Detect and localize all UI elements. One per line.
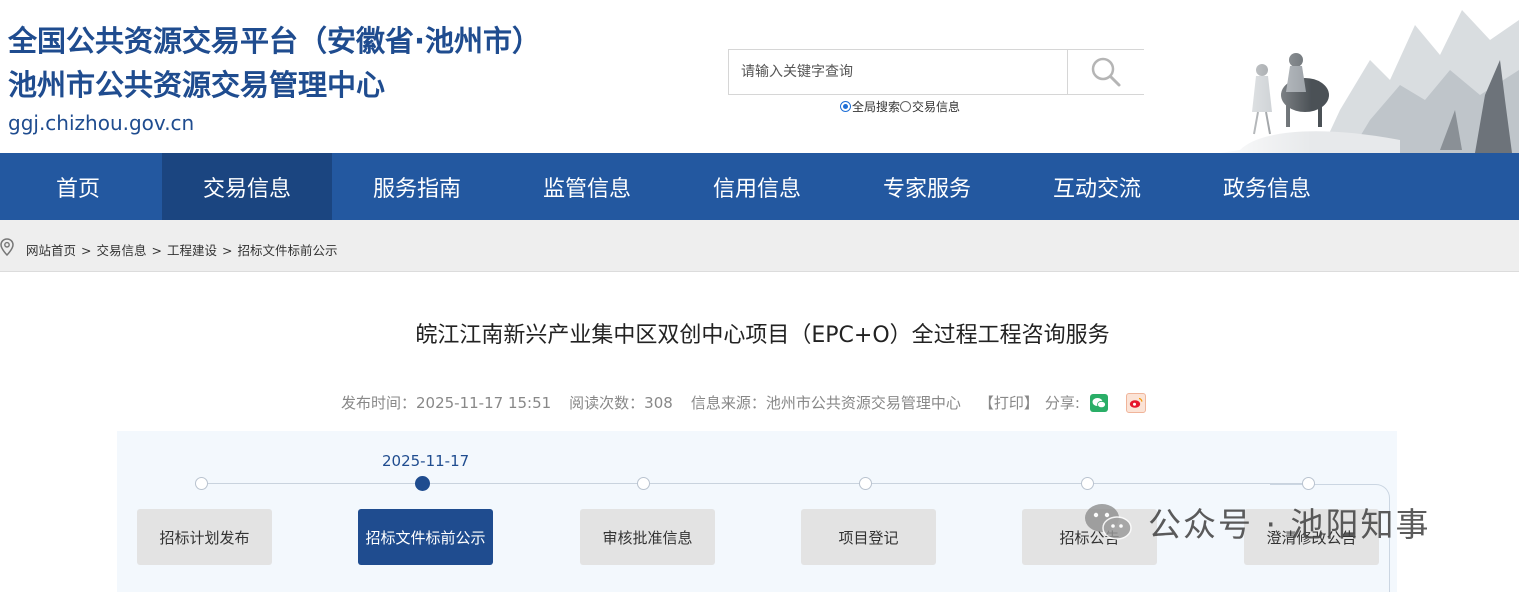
active-step-date: 2025-11-17 bbox=[382, 452, 470, 470]
search-scope: 全局搜索 交易信息 bbox=[840, 98, 960, 115]
info-source: 信息来源：池州市公共资源交易管理中心 bbox=[690, 394, 961, 412]
watermark: 公众号 · 池阳知事 bbox=[1082, 498, 1430, 546]
step-dot-3 bbox=[637, 477, 650, 490]
publish-time: 发布时间：2025-11-17 15:51 bbox=[341, 394, 552, 412]
nav-item-home[interactable]: 首页 bbox=[0, 153, 163, 220]
magnifier-icon bbox=[1091, 57, 1121, 87]
nav-item-supervision[interactable]: 监管信息 bbox=[502, 153, 672, 220]
step-plan-release[interactable]: 招标计划发布 bbox=[137, 509, 272, 565]
scope-label-global: 全局搜索 bbox=[852, 100, 901, 114]
wechat-icon[interactable] bbox=[1089, 393, 1108, 412]
breadcrumb-separator: > bbox=[151, 243, 162, 258]
step-dot-6 bbox=[1302, 477, 1315, 490]
nav-item-government[interactable]: 政务信息 bbox=[1182, 153, 1352, 220]
nav-item-credit[interactable]: 信用信息 bbox=[672, 153, 842, 220]
platform-title: 全国公共资源交易平台（安徽省·池州市） bbox=[8, 24, 542, 58]
breadcrumb-separator: > bbox=[81, 243, 92, 258]
step-doc-publicity[interactable]: 招标文件标前公示 bbox=[358, 509, 493, 565]
search-button[interactable] bbox=[1067, 50, 1144, 94]
nav-item-interaction[interactable]: 互动交流 bbox=[1012, 153, 1182, 220]
step-dot-2-active bbox=[415, 476, 430, 491]
watermark-text: 公众号 · 池阳知事 bbox=[1148, 505, 1431, 544]
step-approval-info[interactable]: 审核批准信息 bbox=[580, 509, 715, 565]
print-link[interactable]: 【打印】 bbox=[979, 392, 1039, 413]
step-dot-5 bbox=[1081, 477, 1094, 490]
breadcrumb-construction[interactable]: 工程建设 bbox=[167, 243, 217, 258]
step-dot-1 bbox=[195, 477, 208, 490]
nav-item-trade-info[interactable]: 交易信息 bbox=[162, 153, 332, 220]
location-pin-icon bbox=[0, 238, 14, 256]
breadcrumb-current[interactable]: 招标文件标前公示 bbox=[238, 243, 338, 258]
scope-radio-trade[interactable] bbox=[900, 101, 912, 112]
wechat-watermark-icon bbox=[1085, 504, 1132, 540]
center-title: 池州市公共资源交易管理中心 bbox=[8, 68, 386, 102]
process-track bbox=[201, 483, 1309, 484]
site-domain: ggj.chizhou.gov.cn bbox=[8, 111, 195, 135]
ink-landscape-illustration bbox=[1200, 0, 1519, 153]
breadcrumb-home[interactable]: 网站首页 bbox=[26, 243, 76, 258]
main-nav: 首页 交易信息 服务指南 监管信息 信用信息 专家服务 互动交流 政务信息 bbox=[0, 153, 1519, 220]
read-count: 阅读次数：308 bbox=[569, 394, 673, 412]
breadcrumb: 网站首页 > 交易信息 > 工程建设 > 招标文件标前公示 bbox=[0, 220, 1519, 272]
search-input[interactable] bbox=[729, 50, 1067, 94]
search-box bbox=[728, 49, 1144, 95]
breadcrumb-trail: 网站首页 > 交易信息 > 工程建设 > 招标文件标前公示 bbox=[26, 240, 338, 259]
nav-item-service-guide[interactable]: 服务指南 bbox=[332, 153, 502, 220]
share-label: 分享: bbox=[1044, 394, 1080, 412]
breadcrumb-trade-info[interactable]: 交易信息 bbox=[97, 243, 147, 258]
nav-item-expert[interactable]: 专家服务 bbox=[842, 153, 1012, 220]
site-header: 全国公共资源交易平台（安徽省·池州市） 池州市公共资源交易管理中心 ggj.ch… bbox=[0, 0, 1519, 153]
article-meta: 发布时间：2025-11-17 15:51 阅读次数：308 信息来源：池州市公… bbox=[341, 392, 1164, 413]
breadcrumb-separator: > bbox=[222, 243, 233, 258]
scope-label-trade: 交易信息 bbox=[912, 100, 961, 114]
step-project-registration[interactable]: 项目登记 bbox=[801, 509, 936, 565]
article-title: 皖江江南新兴产业集中区双创中心项目（EPC+O）全过程工程咨询服务 bbox=[415, 323, 1110, 348]
weibo-icon[interactable] bbox=[1125, 392, 1146, 413]
step-dot-4 bbox=[859, 477, 872, 490]
scope-radio-global[interactable] bbox=[840, 101, 851, 112]
